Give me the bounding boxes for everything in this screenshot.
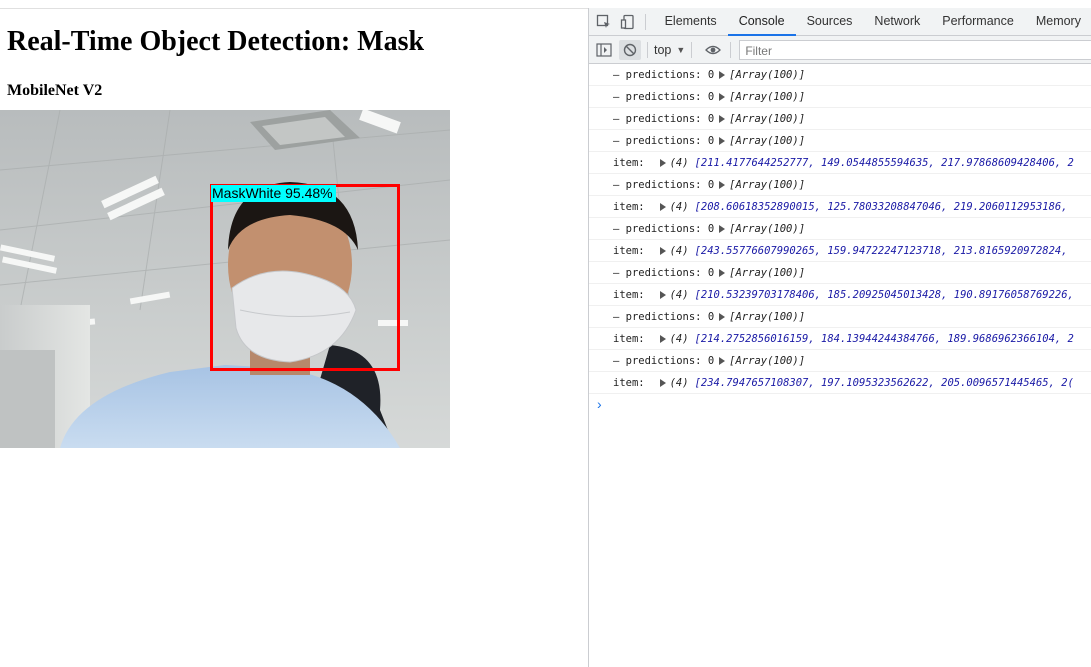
console-item-row: item: (4) [243.55776607990265, 159.9472224…	[589, 240, 1091, 262]
log-array-values[interactable]: [208.60618352890015, 125.78033208847046,…	[695, 201, 1068, 213]
console-predictions-row: – predictions: 0 [Array(100)]	[589, 174, 1091, 196]
clear-console-icon[interactable]	[619, 39, 641, 60]
log-text: – predictions: 0	[613, 266, 715, 279]
log-array-preview[interactable]: [Array(100)]	[729, 91, 805, 103]
tab-performance[interactable]: Performance	[931, 8, 1025, 35]
device-toolbar-icon[interactable]	[619, 12, 637, 32]
console-filter-input[interactable]: Filter	[739, 39, 1091, 60]
log-array-values[interactable]: [214.2752856016159, 184.13944244384766, …	[695, 333, 1074, 345]
console-predictions-row: – predictions: 0 [Array(100)]	[589, 306, 1091, 328]
console-predictions-row: – predictions: 0 [Array(100)]	[589, 86, 1091, 108]
log-array-preview[interactable]: [Array(100)]	[729, 223, 805, 235]
log-text: item:	[613, 244, 645, 257]
console-predictions-row: – predictions: 0 [Array(100)]	[589, 64, 1091, 86]
tab-network[interactable]: Network	[863, 8, 931, 35]
log-array-count: (4)	[669, 244, 689, 257]
console-log-list: – predictions: 0 [Array(100)] – prediction…	[589, 64, 1091, 394]
page-subtitle: MobileNet V2	[7, 82, 103, 99]
log-text: item:	[613, 200, 645, 213]
log-text: item:	[613, 376, 645, 389]
console-toolbar: top ▼ Filter	[589, 36, 1091, 64]
devtools-tabbar: Elements Console Sources Network Perform…	[589, 8, 1091, 36]
log-text: – predictions: 0	[613, 112, 715, 125]
expand-triangle-icon[interactable]	[719, 180, 726, 189]
detection-label: MaskWhite 95.48%	[211, 185, 336, 202]
console-item-row: item: (4) [234.7947657108307, 197.10953235…	[589, 372, 1091, 394]
log-array-count: (4)	[669, 376, 689, 389]
expand-triangle-icon[interactable]	[719, 224, 726, 233]
log-text: – predictions: 0	[613, 178, 715, 191]
expand-triangle-icon[interactable]	[659, 334, 666, 343]
tab-elements[interactable]: Elements	[654, 8, 728, 35]
log-text: – predictions: 0	[613, 310, 715, 323]
log-text: – predictions: 0	[613, 68, 715, 81]
prompt-chevron-icon: ›	[597, 396, 602, 412]
log-array-count: (4)	[669, 332, 689, 345]
console-item-row: item: (4) [210.53239703178406, 185.2092504…	[589, 284, 1091, 306]
expand-triangle-icon[interactable]	[659, 378, 666, 387]
tab-sources[interactable]: Sources	[796, 8, 864, 35]
expand-triangle-icon[interactable]	[719, 356, 726, 365]
log-array-values[interactable]: [234.7947657108307, 197.1095323562622, 2…	[695, 377, 1074, 389]
expand-triangle-icon[interactable]	[719, 92, 726, 101]
log-text: item:	[613, 332, 645, 345]
log-array-preview[interactable]: [Array(100)]	[729, 113, 805, 125]
log-array-values[interactable]: [211.4177644252777, 149.0544855594635, 2…	[695, 157, 1074, 169]
expand-triangle-icon[interactable]	[659, 158, 666, 167]
console-predictions-row: – predictions: 0 [Array(100)]	[589, 262, 1091, 284]
webcam-canvas: MaskWhite 95.48%	[0, 110, 450, 448]
expand-triangle-icon[interactable]	[719, 312, 726, 321]
web-page: Real-Time Object Detection: Mask MobileN…	[0, 0, 588, 667]
expand-triangle-icon[interactable]	[719, 70, 726, 79]
context-selector[interactable]: top ▼	[654, 43, 685, 57]
log-array-preview[interactable]: [Array(100)]	[729, 135, 805, 147]
show-sidebar-icon[interactable]	[593, 40, 615, 60]
log-text: – predictions: 0	[613, 90, 715, 103]
expand-triangle-icon[interactable]	[659, 202, 666, 211]
log-array-count: (4)	[669, 288, 689, 301]
log-text: item:	[613, 288, 645, 301]
inspect-element-icon[interactable]	[595, 12, 613, 32]
log-array-preview[interactable]: [Array(100)]	[729, 179, 805, 191]
expand-triangle-icon[interactable]	[719, 136, 726, 145]
log-array-preview[interactable]: [Array(100)]	[729, 311, 805, 323]
log-array-preview[interactable]: [Array(100)]	[729, 69, 805, 81]
log-text: – predictions: 0	[613, 222, 715, 235]
log-array-preview[interactable]: [Array(100)]	[729, 355, 805, 367]
console-predictions-row: – predictions: 0 [Array(100)]	[589, 350, 1091, 372]
chevron-down-icon: ▼	[676, 44, 686, 55]
devtools-panel: Elements Console Sources Network Perform…	[588, 8, 1091, 667]
context-selector-label: top	[654, 42, 672, 57]
log-array-values[interactable]: [210.53239703178406, 185.20925045013428,…	[695, 289, 1074, 301]
log-text: – predictions: 0	[613, 354, 715, 367]
page-title: Real-Time Object Detection: Mask	[7, 26, 425, 57]
log-array-count: (4)	[669, 156, 689, 169]
expand-triangle-icon[interactable]	[719, 268, 726, 277]
expand-triangle-icon[interactable]	[659, 290, 666, 299]
console-prompt[interactable]: ›	[589, 394, 1091, 414]
tab-memory[interactable]: Memory	[1025, 8, 1091, 35]
detection-bounding-box	[210, 184, 400, 371]
log-array-count: (4)	[669, 200, 689, 213]
log-array-preview[interactable]: [Array(100)]	[729, 267, 805, 279]
live-expression-eye-icon[interactable]	[702, 40, 724, 60]
console-item-row: item: (4) [208.60618352890015, 125.7803320…	[589, 196, 1091, 218]
console-predictions-row: – predictions: 0 [Array(100)]	[589, 218, 1091, 240]
console-predictions-row: – predictions: 0 [Array(100)]	[589, 130, 1091, 152]
expand-triangle-icon[interactable]	[659, 246, 666, 255]
console-item-row: item: (4) [214.2752856016159, 184.13944244…	[589, 328, 1091, 350]
console-item-row: item: (4) [211.4177644252777, 149.05448555…	[589, 152, 1091, 174]
console-predictions-row: – predictions: 0 [Array(100)]	[589, 108, 1091, 130]
log-array-values[interactable]: [243.55776607990265, 159.94722247123718,…	[695, 245, 1068, 257]
log-text: – predictions: 0	[613, 134, 715, 147]
tab-console[interactable]: Console	[727, 8, 796, 36]
expand-triangle-icon[interactable]	[719, 114, 726, 123]
log-text: item:	[613, 156, 645, 169]
